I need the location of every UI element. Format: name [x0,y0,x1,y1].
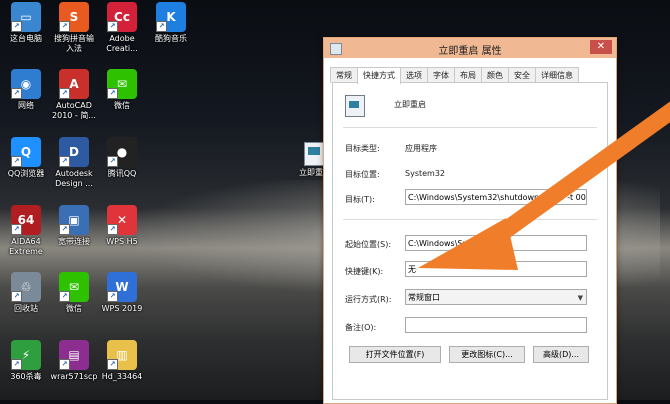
tab-shortcut[interactable]: 快捷方式 [357,67,401,84]
desktop: ▭ ↗ 这台电脑 S ↗ 搜狗拼音输 入法 Cc ↗ Adobe Creati... K ↗ 酷狗音乐… [0,0,670,404]
annotation-arrow [418,101,670,270]
arrow-head [418,218,518,270]
